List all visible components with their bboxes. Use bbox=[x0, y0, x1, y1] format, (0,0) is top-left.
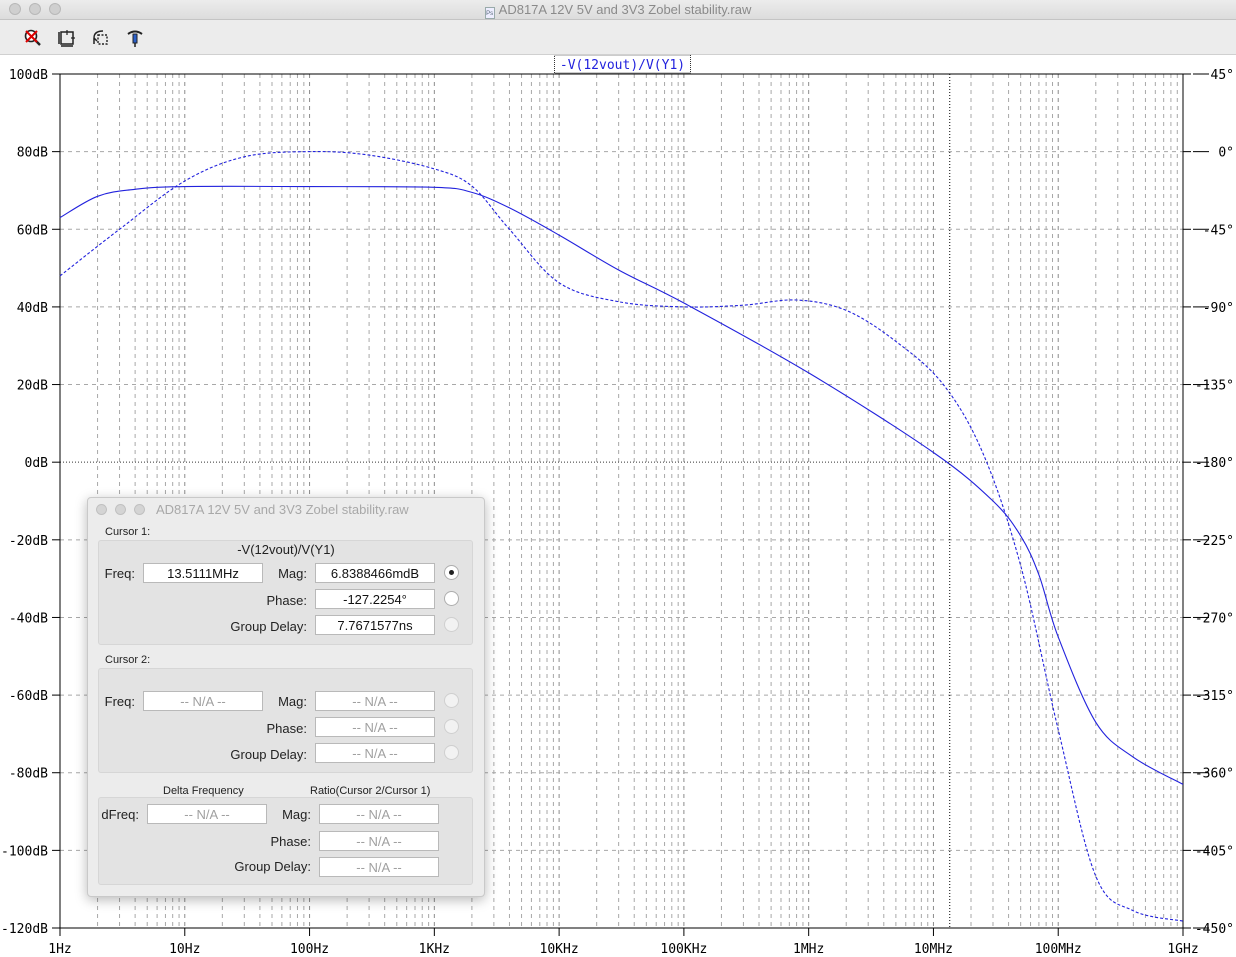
probe-icon[interactable] bbox=[124, 27, 146, 49]
cursor2-phase-label: Phase: bbox=[266, 721, 307, 736]
y-right-tick-label: -360° bbox=[1195, 767, 1234, 782]
ratio-header: Ratio(Cursor 2/Cursor 1) bbox=[310, 785, 431, 797]
ratio-phase-label: Phase: bbox=[270, 834, 311, 849]
cursor2-mag-radio[interactable] bbox=[444, 693, 459, 708]
y-left-tick-label: 80dB bbox=[17, 146, 48, 161]
y-left-tick-label: -100dB bbox=[1, 844, 48, 859]
cursor2-phase-field[interactable]: -- N/A -- bbox=[315, 717, 435, 737]
dialog-zoom-button[interactable] bbox=[134, 504, 145, 515]
cursor1-phase-field[interactable]: -127.2254° bbox=[315, 589, 435, 609]
cursor1-mag-label: Mag: bbox=[278, 566, 307, 581]
cursor2-mag-label: Mag: bbox=[278, 694, 307, 709]
x-tick-label: 100MHz bbox=[1035, 942, 1082, 957]
y-left-tick-label: -120dB bbox=[1, 922, 48, 937]
ratio-mag-field[interactable]: -- N/A -- bbox=[319, 804, 439, 824]
x-tick-label: 10Hz bbox=[169, 942, 200, 957]
cursor2-group-delay-field[interactable]: -- N/A -- bbox=[315, 743, 435, 763]
y-right-tick-label: -450° bbox=[1195, 922, 1234, 937]
y-right-tick-label: -180° bbox=[1195, 456, 1234, 471]
y-right-tick-label: -45° bbox=[1203, 223, 1234, 238]
window-titlebar: Ps AD817A 12V 5V and 3V3 Zobel stability.… bbox=[0, 0, 1236, 20]
dialog-close-button[interactable] bbox=[96, 504, 107, 515]
y-right-tick-label: -135° bbox=[1195, 379, 1234, 394]
x-tick-label: 100KHz bbox=[660, 942, 707, 957]
y-left-tick-label: 0dB bbox=[25, 456, 49, 471]
x-tick-label: 1Hz bbox=[48, 942, 71, 957]
cursor2-mag-field[interactable]: -- N/A -- bbox=[315, 691, 435, 711]
y-left-tick-label: 60dB bbox=[17, 223, 48, 238]
y-left-tick-label: 100dB bbox=[9, 68, 48, 83]
y-left-tick-label: -60dB bbox=[9, 689, 48, 704]
cursor1-mag-radio[interactable] bbox=[444, 565, 459, 580]
zoom-cancel-icon[interactable] bbox=[22, 27, 44, 49]
toolbar bbox=[0, 20, 1236, 55]
dialog-minimize-button[interactable] bbox=[115, 504, 126, 515]
x-tick-label: 100Hz bbox=[290, 942, 329, 957]
y-right-tick-label: -315° bbox=[1195, 689, 1234, 704]
cursor1-trace-name: -V(12vout)/V(Y1) bbox=[237, 542, 335, 557]
ratio-phase-field[interactable]: -- N/A -- bbox=[319, 831, 439, 851]
cursor1-mag-field[interactable]: 6.8388466mdB bbox=[315, 563, 435, 583]
ratio-group-delay-field[interactable]: -- N/A -- bbox=[319, 857, 439, 877]
y-right-tick-label: -270° bbox=[1195, 611, 1234, 626]
x-tick-label: 1GHz bbox=[1167, 942, 1198, 957]
y-left-tick-label: -80dB bbox=[9, 767, 48, 782]
cursor-dialog[interactable]: AD817A 12V 5V and 3V3 Zobel stability.ra… bbox=[87, 497, 485, 897]
cursor2-freq-label: Freq: bbox=[104, 694, 135, 709]
x-tick-label: 1KHz bbox=[419, 942, 450, 957]
dfreq-field[interactable]: -- N/A -- bbox=[147, 804, 267, 824]
cursor1-freq-label: Freq: bbox=[104, 566, 135, 581]
x-tick-label: 1MHz bbox=[793, 942, 824, 957]
cursor1-group-label: Cursor 1: bbox=[105, 526, 151, 538]
cursor1-group-delay-label: Group Delay: bbox=[230, 619, 307, 634]
cursor1-phase-radio[interactable] bbox=[444, 591, 459, 606]
y-left-tick-label: 40dB bbox=[17, 301, 48, 316]
cursor2-group-label: Cursor 2: bbox=[105, 654, 151, 666]
undo-zoom-icon[interactable] bbox=[90, 27, 112, 49]
cursor-dialog-title: AD817A 12V 5V and 3V3 Zobel stability.ra… bbox=[156, 502, 409, 517]
cursor2-group-delay-label: Group Delay: bbox=[230, 747, 307, 762]
trace-label-text: -V(12vout)/V(Y1) bbox=[560, 58, 685, 73]
x-tick-label: 10MHz bbox=[914, 942, 953, 957]
x-tick-label: 10KHz bbox=[540, 942, 579, 957]
cursor1-group-delay-radio[interactable] bbox=[444, 617, 459, 632]
y-right-tick-label: 45° bbox=[1211, 68, 1234, 83]
y-right-tick-label: -405° bbox=[1195, 844, 1234, 859]
y-right-tick-label: -225° bbox=[1195, 534, 1234, 549]
autorange-icon[interactable] bbox=[56, 27, 78, 49]
ratio-group-delay-label: Group Delay: bbox=[234, 859, 311, 874]
y-left-tick-label: 20dB bbox=[17, 379, 48, 394]
trace-label[interactable]: -V(12vout)/V(Y1) bbox=[554, 55, 691, 74]
y-right-tick-label: -90° bbox=[1203, 301, 1234, 316]
cursor1-freq-field[interactable]: 13.5111MHz bbox=[143, 563, 263, 583]
cursor1-phase-label: Phase: bbox=[266, 593, 307, 608]
delta-frequency-header: Delta Frequency bbox=[163, 785, 244, 797]
y-left-tick-label: -20dB bbox=[9, 534, 48, 549]
cursor-dialog-titlebar[interactable]: AD817A 12V 5V and 3V3 Zobel stability.ra… bbox=[88, 498, 484, 520]
window-title-text: AD817A 12V 5V and 3V3 Zobel stability.ra… bbox=[498, 2, 752, 17]
document-icon: Ps bbox=[484, 7, 495, 19]
cursor2-phase-radio[interactable] bbox=[444, 719, 459, 734]
dfreq-label: dFreq: bbox=[101, 807, 139, 822]
window-title: Ps AD817A 12V 5V and 3V3 Zobel stability.… bbox=[0, 2, 1236, 19]
cursor2-freq-field[interactable]: -- N/A -- bbox=[143, 691, 263, 711]
y-left-tick-label: -40dB bbox=[9, 611, 48, 626]
ratio-mag-label: Mag: bbox=[282, 807, 311, 822]
y-right-tick-label: 0° bbox=[1218, 146, 1234, 161]
cursor2-group-delay-radio[interactable] bbox=[444, 745, 459, 760]
cursor1-group-delay-field[interactable]: 7.7671577ns bbox=[315, 615, 435, 635]
